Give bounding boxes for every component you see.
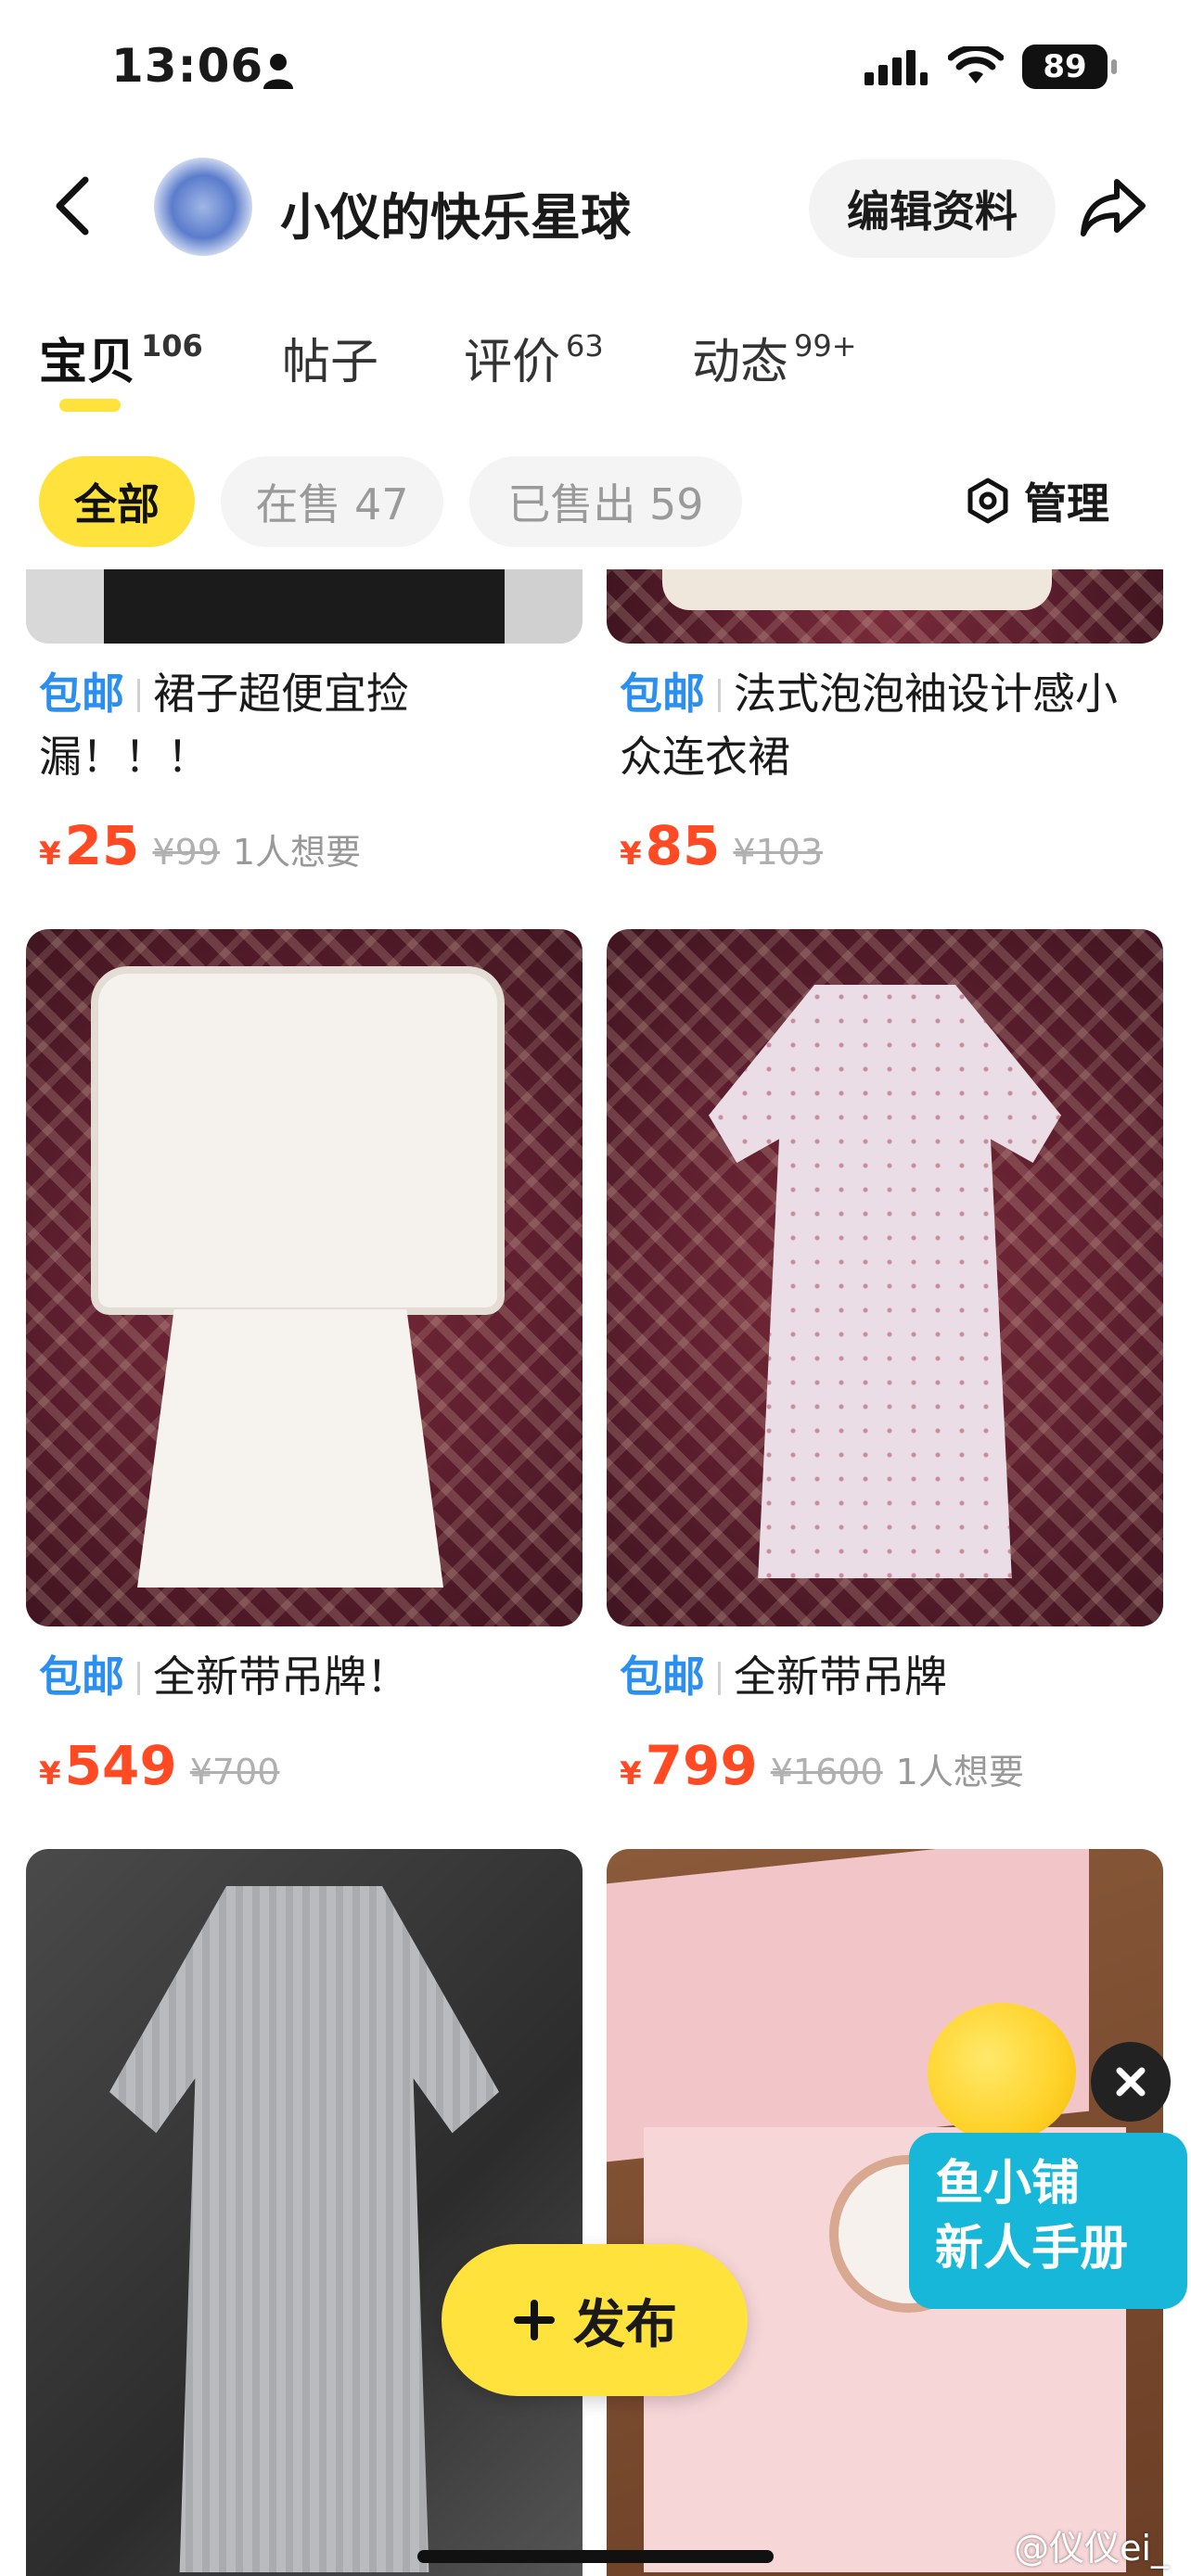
- tab-activity[interactable]: 动态 99+: [692, 323, 857, 392]
- product-image[interactable]: [607, 929, 1163, 1626]
- product-image[interactable]: [26, 1849, 583, 2576]
- divider: [718, 679, 721, 712]
- product-title[interactable]: 包邮 法式泡泡袖设计感小 众连衣裙: [620, 662, 1176, 788]
- price-row: ¥ 799 ¥1600 1人想要: [620, 1734, 1024, 1799]
- manage-button[interactable]: 管理: [965, 471, 1109, 530]
- price: 549: [64, 1734, 177, 1797]
- original-price: ¥103: [733, 832, 824, 873]
- filter-sold[interactable]: 已售出 59: [469, 456, 742, 547]
- home-indicator[interactable]: [417, 2550, 774, 2563]
- filter-all[interactable]: 全部: [39, 456, 195, 547]
- battery-indicator: 89: [1022, 45, 1117, 89]
- mascot-image[interactable]: [928, 2003, 1076, 2142]
- tab-count: 99+: [794, 328, 857, 363]
- close-icon: [1116, 2067, 1146, 2097]
- divider: [718, 1662, 721, 1695]
- close-promo-button[interactable]: [1091, 2042, 1171, 2122]
- product-title[interactable]: 包邮 全新带吊牌！: [39, 1645, 596, 1708]
- tab-reviews[interactable]: 评价 63: [464, 323, 604, 392]
- tab-label: 评价: [464, 335, 561, 390]
- promo-banner[interactable]: 鱼小铺 新人手册: [909, 2133, 1187, 2309]
- dress-shape: [709, 985, 1061, 1578]
- tab-label: 帖子: [282, 335, 379, 390]
- edit-profile-button[interactable]: 编辑资料: [809, 159, 1056, 258]
- want-count: 1人想要: [232, 832, 362, 873]
- divider: [137, 1662, 140, 1695]
- share-icon: [1081, 179, 1146, 236]
- skirt-shape: [137, 1309, 443, 1588]
- free-shipping-tag: 包邮: [620, 669, 705, 719]
- plus-icon: [514, 2300, 555, 2340]
- shop-name: 小仪的快乐星球: [280, 188, 631, 247]
- tab-count: 106: [141, 328, 203, 363]
- avatar[interactable]: [154, 158, 252, 256]
- tab-label: 宝贝: [39, 335, 136, 390]
- wifi-icon: [948, 46, 1004, 83]
- price: 25: [64, 814, 140, 877]
- publish-label: 发布: [573, 2294, 677, 2355]
- product-image[interactable]: [607, 569, 1163, 644]
- filter-on-sale[interactable]: 在售 47: [221, 456, 443, 547]
- product-image[interactable]: [26, 569, 583, 644]
- original-price: ¥99: [152, 832, 220, 873]
- currency: ¥: [39, 1755, 61, 1792]
- original-price: ¥700: [189, 1752, 280, 1792]
- product-title[interactable]: 包邮 全新带吊牌: [620, 1645, 1176, 1708]
- tab-label: 动态: [692, 335, 789, 390]
- active-tab-indicator: [59, 399, 121, 412]
- free-shipping-tag: 包邮: [39, 669, 124, 719]
- free-shipping-tag: 包邮: [620, 1651, 705, 1702]
- person-icon: [262, 52, 295, 89]
- chevron-left-icon: [56, 176, 89, 236]
- price: 85: [645, 814, 721, 877]
- share-button[interactable]: [1078, 172, 1148, 243]
- watermark: @仪仪ei_: [1014, 2528, 1169, 2569]
- price-row: ¥ 549 ¥700: [39, 1734, 279, 1799]
- tab-count: 63: [566, 328, 604, 363]
- product-title[interactable]: 包邮 裙子超便宜捡 漏！！！: [39, 662, 596, 788]
- price-row: ¥ 25 ¥99 1人想要: [39, 814, 361, 879]
- gear-icon: [967, 478, 1008, 524]
- back-button[interactable]: [45, 169, 100, 243]
- price-row: ¥ 85 ¥103: [620, 814, 823, 879]
- currency: ¥: [620, 1755, 642, 1792]
- promo-line1: 鱼小铺: [935, 2156, 1081, 2212]
- status-time: 13:06: [111, 39, 264, 93]
- free-shipping-tag: 包邮: [39, 1651, 124, 1702]
- original-price: ¥1600: [770, 1752, 883, 1792]
- promo-line2: 新人手册: [935, 2221, 1129, 2276]
- status-icons: 89: [864, 41, 1117, 93]
- product-image[interactable]: [26, 929, 583, 1626]
- tab-posts[interactable]: 帖子: [282, 323, 378, 392]
- jacket-shape: [91, 966, 505, 1315]
- currency: ¥: [620, 835, 642, 873]
- tab-items[interactable]: 宝贝 106: [39, 323, 203, 392]
- currency: ¥: [39, 835, 61, 873]
- want-count: 1人想要: [895, 1752, 1024, 1792]
- price: 799: [645, 1734, 758, 1797]
- manage-label: 管理: [1024, 478, 1109, 529]
- signal-icon: [864, 50, 928, 85]
- divider: [137, 679, 140, 712]
- sweater-dress-shape: [109, 1886, 499, 2572]
- publish-button[interactable]: 发布: [442, 2244, 748, 2396]
